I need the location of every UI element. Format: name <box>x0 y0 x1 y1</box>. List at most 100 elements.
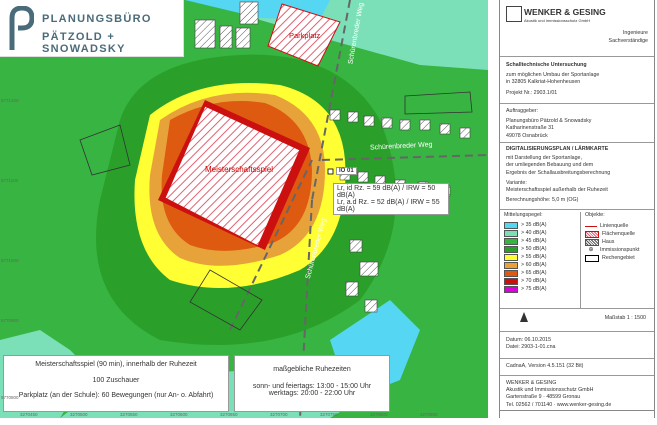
object-label: Rechengebiet <box>602 254 635 261</box>
info-right-box: maßgebliche Ruhezeiten sonn- und feierta… <box>234 355 390 412</box>
software-section: CadnaA, Version 4.5.151 (32 Bit) <box>500 359 654 376</box>
legend-label: > 55 dB(A) <box>521 253 547 260</box>
client-line2: Katharinenstraße 31 <box>506 125 554 132</box>
legend-label: > 50 dB(A) <box>521 245 547 252</box>
object-label: Immissionspunkt <box>600 246 640 253</box>
io-value-line2: Lr, a.d Rz. = 52 dB(A) / IRW = 55 dB(A) <box>337 199 440 213</box>
object-label: Haus <box>602 238 615 245</box>
address-line2: Akustik und Immissionsschutz GmbH <box>506 387 594 394</box>
digi-line3: Ergebnis der Schallausbreitungsberechnun… <box>506 169 611 176</box>
grid-x-label: 3270700 <box>270 412 288 417</box>
address-line1: WENKER & GESING <box>506 380 557 386</box>
noise-map[interactable]: Parkplatz Meisterschaftsspiel Schürenbre… <box>0 0 488 418</box>
grid-x-label: 3270750 <box>320 412 338 417</box>
legend-item: > 75 dB(A) <box>504 285 576 293</box>
legend-swatch <box>504 269 518 277</box>
legend-swatch <box>504 277 518 285</box>
legend-label: > 45 dB(A) <box>521 237 547 244</box>
logo-line1: PLANUNGSBÜRO <box>42 13 152 25</box>
legend-swatch <box>504 261 518 269</box>
info-right-line2: werktags: 20:00 - 22:00 Uhr <box>268 390 356 397</box>
legend-item: > 50 dB(A) <box>504 245 576 253</box>
date-section: Datum: 06.10.2015 Datei: 2903-1-01.cna <box>500 332 654 359</box>
object-label: Linienquelle <box>600 222 629 229</box>
legend-label: > 75 dB(A) <box>521 285 547 292</box>
object-item: Flächenquelle <box>585 230 639 238</box>
legend-label: > 35 dB(A) <box>521 221 547 228</box>
company-sub: Akustik und Immissionsschutz GmbH <box>524 18 591 23</box>
client-label: Auftraggeber: <box>506 108 539 114</box>
calc-height: Berechnungshöhe: 5,0 m (OG) <box>506 197 579 204</box>
variant-label: Variante: <box>506 179 527 186</box>
client-section: Auftraggeber: Planungsbüro Pätzold & Sno… <box>500 104 654 143</box>
title-block: WENKER & GESING Akustik und Immissionssc… <box>499 0 655 418</box>
legend-title: Mittelungspegel: <box>504 212 543 218</box>
north-arrow-icon <box>520 312 528 322</box>
digi-title: DIGITALISIERUNGSPLAN / LÄRMKARTE <box>506 146 609 152</box>
io-value-line1: Lr, id Rz. = 59 dB(A) / IRW = 50 dB(A) <box>337 185 436 199</box>
address-line4: Tel. 02562 / 701140 · www.wenker-gesing.… <box>506 401 612 408</box>
address-line3: Gartenstraße 9 · 48599 Gronau <box>506 394 581 401</box>
field-label: Meisterschaftsspiel <box>205 165 274 174</box>
grid-x-label: 3270500 <box>70 412 88 417</box>
calc-area-icon <box>585 254 599 262</box>
date-value: Datum: 06.10.2015 <box>506 337 552 343</box>
legend-swatch <box>504 285 518 293</box>
io-marker <box>327 168 334 175</box>
object-item: Linienquelle <box>585 222 639 230</box>
legend-swatch <box>504 245 518 253</box>
grid-y-label: 5771000 <box>1 258 19 263</box>
digi-line2: der umliegenden Bebauung und dem <box>506 162 594 169</box>
grid-x-label: 3270800 <box>370 412 388 417</box>
info-right-line1: sonn- und feiertags: 13:00 - 15:00 Uhr <box>252 383 372 390</box>
company-name: WENKER & GESING <box>524 7 606 17</box>
legend-swatch <box>504 253 518 261</box>
legend-label: > 70 dB(A) <box>521 277 547 284</box>
study-line1: zum möglichen Umbau der Sportanlage <box>506 72 600 79</box>
file-value: Datei: 2903-1-01.cna <box>506 344 556 351</box>
company-header: WENKER & GESING Akustik und Immissionssc… <box>500 0 654 57</box>
study-title: Schalltechnische Untersuchung <box>506 62 587 68</box>
scale-section: Maßstab 1 : 1500 <box>500 309 654 332</box>
legend-item: > 40 dB(A) <box>504 229 576 237</box>
parking-label: Parkplatz <box>289 31 321 40</box>
company-logo-icon <box>506 6 522 22</box>
info-left-parking: Parkplatz (an der Schule): 60 Bewegungen… <box>18 392 214 399</box>
logo-mark-icon <box>9 6 34 50</box>
address-section: WENKER & GESING Akustik und Immissionssc… <box>500 376 654 411</box>
software-value: CadnaA, Version 4.5.151 (32 Bit) <box>506 363 584 369</box>
info-left-spectators: 100 Zuschauer <box>92 377 140 384</box>
legend-item: > 65 dB(A) <box>504 269 576 277</box>
grid-x-label: 3270850 <box>420 412 438 417</box>
legend-label: > 60 dB(A) <box>521 261 547 268</box>
legend-swatch <box>504 229 518 237</box>
grid-x-label: 3270450 <box>20 412 38 417</box>
company-role2: Sachverständige <box>608 38 648 44</box>
object-legend: Objekte: Linienquelle Flächenquelle Haus… <box>581 212 639 308</box>
legend-item: > 35 dB(A) <box>504 221 576 229</box>
legend-label: > 40 dB(A) <box>521 229 547 236</box>
company-role1: Ingenieure <box>622 30 648 36</box>
digi-line1: mit Darstellung der Sportanlage, <box>506 155 582 162</box>
immission-point-icon: ⊕ <box>588 246 594 253</box>
info-left-title: Meisterschaftsspiel (90 min), innerhalb … <box>35 361 197 368</box>
object-item: ⊕ Immissionspunkt <box>585 246 639 254</box>
grid-y-label: 5770900 <box>1 318 19 323</box>
grid-x-label: 3270550 <box>120 412 138 417</box>
io-label[interactable]: IO 01 <box>336 167 357 175</box>
variant-value: Meisterschaftsspiel außerhalb der Ruheze… <box>506 187 608 194</box>
io-values-box: Lr, id Rz. = 59 dB(A) / IRW = 50 dB(A) L… <box>333 183 449 215</box>
legend-item: > 55 dB(A) <box>504 253 576 261</box>
logo-line2: PÄTZOLD + SNOWADSKY <box>42 31 126 55</box>
grid-x-label: 3270600 <box>170 412 188 417</box>
object-item: Haus <box>585 238 639 246</box>
study-section: Schalltechnische Untersuchung zum möglic… <box>500 57 654 104</box>
line-source-icon <box>585 225 597 227</box>
legend-section: Mittelungspegel: > 35 dB(A) > 40 dB(A) >… <box>500 210 654 309</box>
info-right-title: maßgebliche Ruhezeiten <box>273 366 351 373</box>
grid-x-label: 3270650 <box>220 412 238 417</box>
legend-item: > 45 dB(A) <box>504 237 576 245</box>
legend-swatch <box>504 237 518 245</box>
legend-item: > 70 dB(A) <box>504 277 576 285</box>
area-source-icon <box>585 230 599 238</box>
